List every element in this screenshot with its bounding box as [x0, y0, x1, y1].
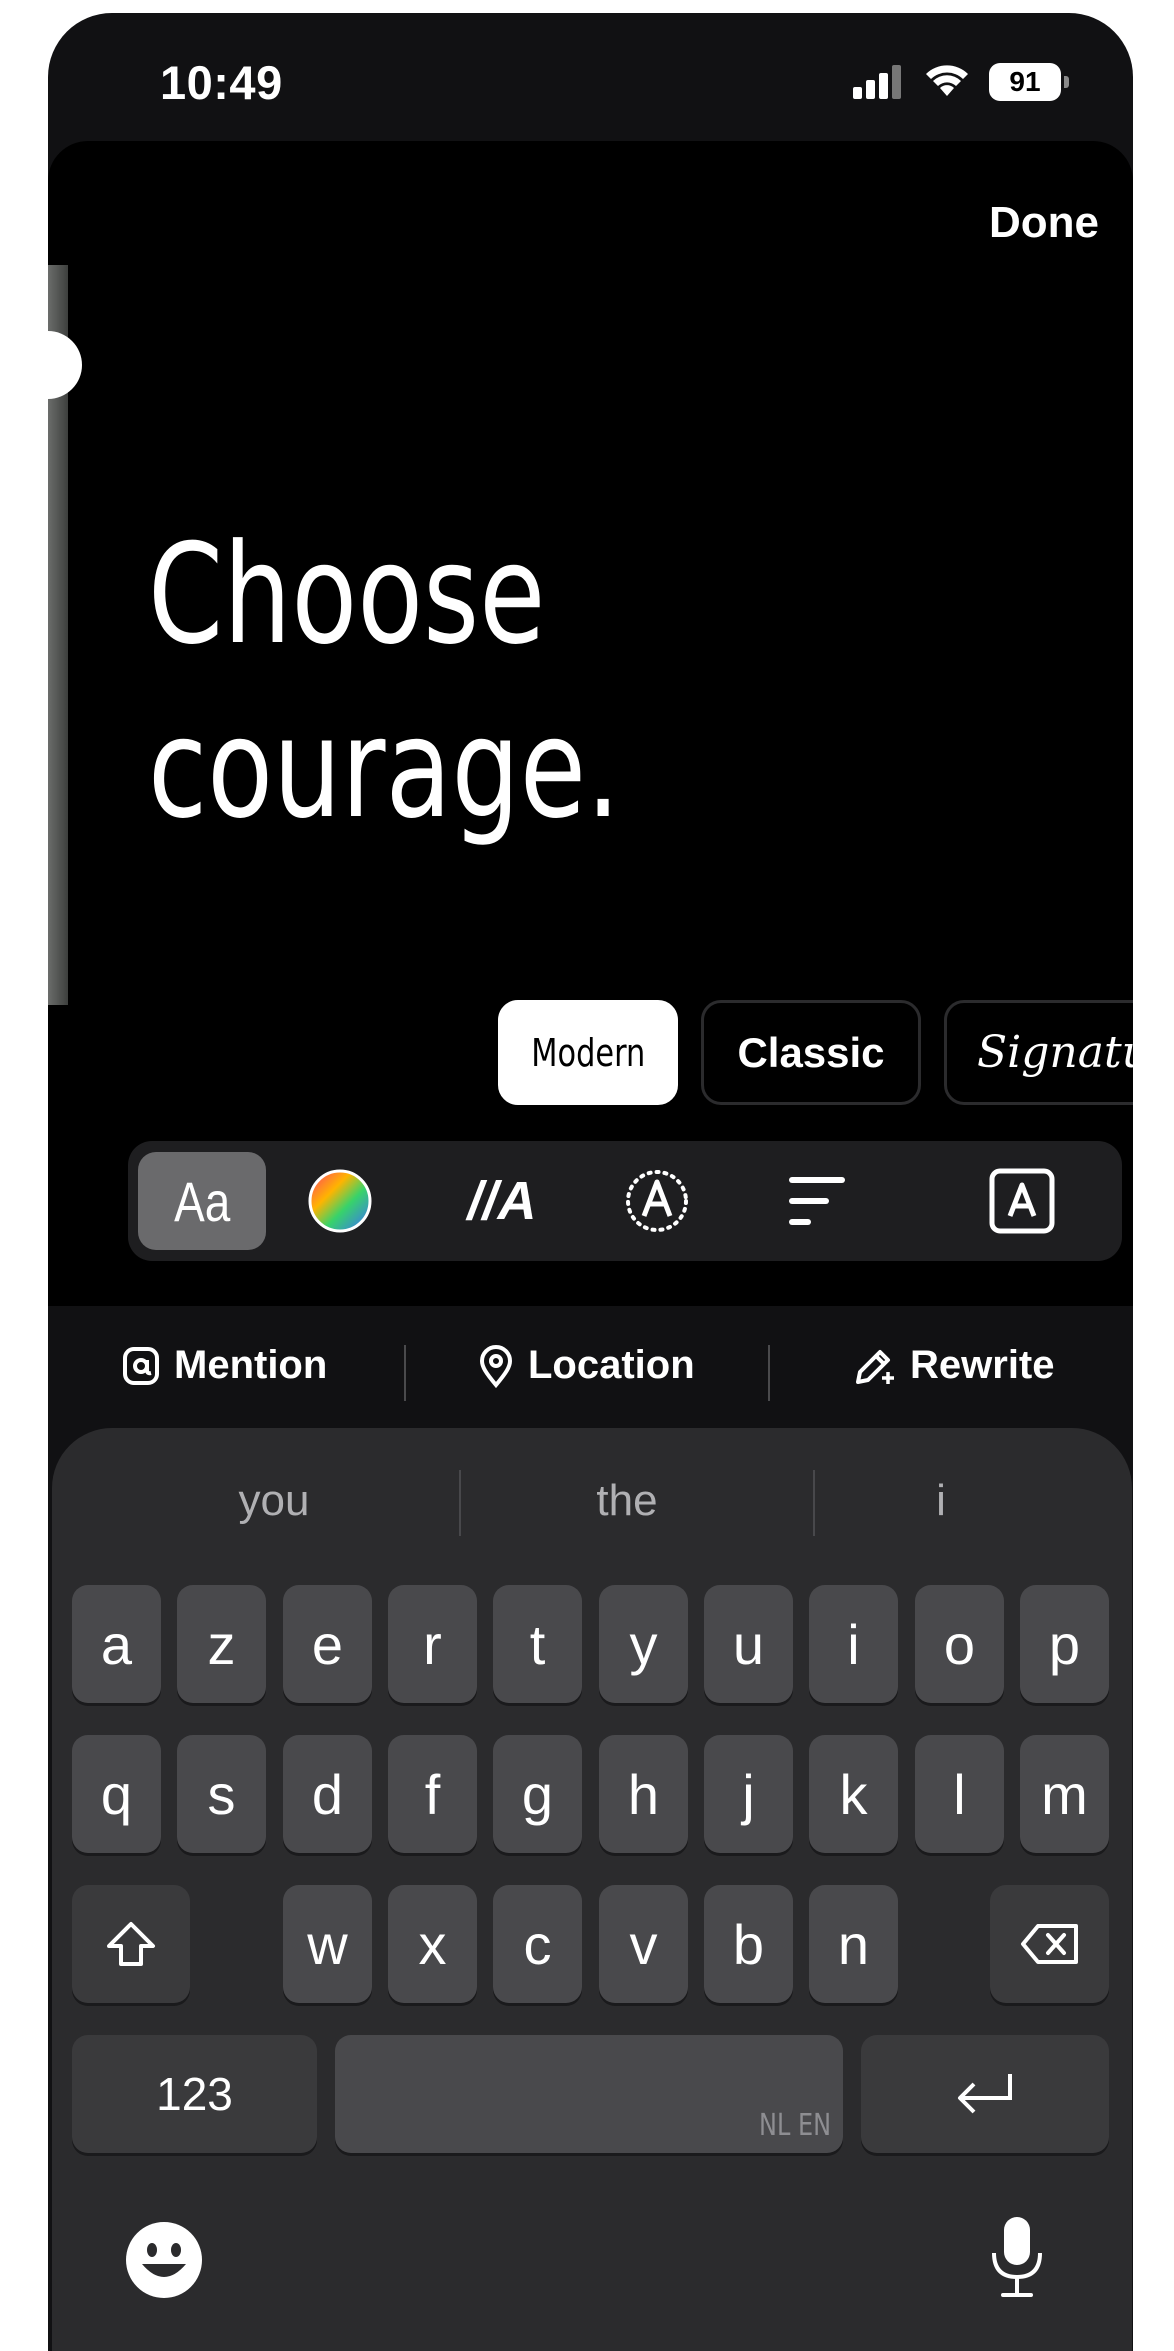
key-c[interactable]: c [493, 1885, 582, 2003]
font-modern[interactable]: Modern [498, 1000, 678, 1105]
color-tool-button[interactable] [276, 1152, 404, 1250]
key-v[interactable]: v [599, 1885, 688, 2003]
align-tool-button[interactable] [753, 1152, 881, 1250]
numbers-key[interactable]: 123 [72, 2035, 317, 2153]
location-label: Location [528, 1343, 695, 1387]
key-f[interactable]: f [388, 1735, 477, 1853]
key-r[interactable]: r [388, 1585, 477, 1703]
key-o[interactable]: o [915, 1585, 1004, 1703]
key-e[interactable]: e [283, 1585, 372, 1703]
story-text[interactable]: Choose courage. [148, 508, 620, 856]
location-pin-icon [479, 1344, 513, 1388]
key-i[interactable]: i [809, 1585, 898, 1703]
shift-key[interactable] [72, 1885, 190, 2003]
font-modern-label: Modern [530, 1030, 646, 1075]
key-j[interactable]: j [704, 1735, 793, 1853]
font-tool-button[interactable]: Aa [138, 1152, 266, 1250]
key-a[interactable]: a [72, 1585, 161, 1703]
divider [768, 1345, 770, 1401]
space-language-label: NL EN [758, 2108, 831, 2143]
background-tool-button[interactable] [958, 1152, 1086, 1250]
key-m[interactable]: m [1020, 1735, 1109, 1853]
key-p[interactable]: p [1020, 1585, 1109, 1703]
font-tool-label: Aa [173, 1169, 231, 1233]
key-k[interactable]: k [809, 1735, 898, 1853]
divider [404, 1345, 406, 1401]
at-icon [123, 1346, 159, 1385]
return-icon [958, 2074, 1012, 2114]
keyboard: you the i a z e r t y u i o p q s d f g … [52, 1428, 1132, 2351]
suggestion-2[interactable]: the [457, 1476, 797, 1526]
animate-tool-button[interactable]: //A [438, 1152, 566, 1250]
backspace-icon [1020, 1924, 1078, 1964]
microphone-icon [992, 2217, 1042, 2297]
rewrite-label: Rewrite [910, 1343, 1055, 1387]
done-button[interactable]: Done [989, 198, 1099, 248]
dictation-button[interactable] [987, 2215, 1047, 2304]
key-y[interactable]: y [599, 1585, 688, 1703]
phone-screen: 10:49 91 Done Choose courage. Modern Cla… [48, 13, 1133, 2351]
mention-label: Mention [174, 1343, 328, 1387]
wifi-icon [926, 65, 968, 96]
key-d[interactable]: d [283, 1735, 372, 1853]
key-x[interactable]: x [388, 1885, 477, 2003]
font-style-selector: Modern Classic Signatu [498, 1000, 1133, 1105]
key-g[interactable]: g [493, 1735, 582, 1853]
key-u[interactable]: u [704, 1585, 793, 1703]
key-z[interactable]: z [177, 1585, 266, 1703]
backspace-key[interactable] [990, 1885, 1109, 2003]
suggestion-3[interactable]: i [771, 1476, 1111, 1526]
color-wheel-icon [308, 1169, 372, 1233]
signal-icon [853, 65, 901, 99]
key-h[interactable]: h [599, 1735, 688, 1853]
mention-button[interactable]: Mention [122, 1343, 327, 1388]
text-background-icon [989, 1168, 1055, 1234]
quick-actions-row: Mention Location Rewrite [48, 1303, 1133, 1443]
status-icons: 91 [853, 63, 1069, 101]
effect-tool-button[interactable] [593, 1152, 721, 1250]
emoji-icon [126, 2222, 202, 2298]
key-b[interactable]: b [704, 1885, 793, 2003]
battery-indicator: 91 [989, 63, 1069, 101]
key-w[interactable]: w [283, 1885, 372, 2003]
text-tools-toolbar: Aa //A [128, 1141, 1122, 1261]
space-key[interactable]: NL EN [335, 2035, 843, 2153]
rewrite-button[interactable]: Rewrite [852, 1343, 1055, 1388]
key-l[interactable]: l [915, 1735, 1004, 1853]
pencil-sparkle-icon [856, 1349, 894, 1384]
text-align-icon [789, 1177, 845, 1225]
key-s[interactable]: s [177, 1735, 266, 1853]
key-n[interactable]: n [809, 1885, 898, 2003]
font-classic[interactable]: Classic [701, 1000, 921, 1105]
key-t[interactable]: t [493, 1585, 582, 1703]
location-button[interactable]: Location [478, 1343, 695, 1388]
shift-icon [107, 1922, 155, 1966]
emoji-button[interactable] [124, 2220, 204, 2305]
text-effect-icon [626, 1170, 688, 1232]
suggestion-1[interactable]: you [104, 1476, 444, 1526]
font-signature[interactable]: Signatu [944, 1000, 1133, 1105]
status-time: 10:49 [160, 56, 283, 109]
animate-icon: //A [467, 1171, 537, 1231]
return-key[interactable] [861, 2035, 1109, 2153]
key-q[interactable]: q [72, 1735, 161, 1853]
